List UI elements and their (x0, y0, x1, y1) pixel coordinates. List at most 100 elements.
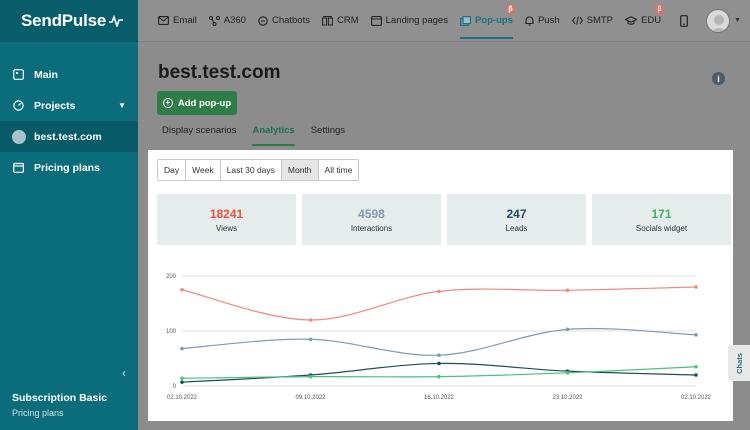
sidebar-item-main[interactable]: Main (0, 59, 138, 90)
stat-label: Socials widget (635, 224, 688, 233)
top-navigation: Email A360 Chatbots CRM Landing pages Po… (138, 0, 750, 42)
topnav-label: SMTP (586, 15, 614, 26)
tabs: Display scenarios Analytics Settings (162, 125, 361, 146)
add-popup-label: Add pop-up (177, 97, 232, 109)
stat-value: 18241 (209, 207, 244, 221)
subscription-block: Subscription Basic Pricing plans (12, 392, 107, 418)
topnav-a360[interactable]: A360 (208, 15, 246, 26)
period-week[interactable]: Week (186, 160, 221, 180)
info-icon[interactable]: i (712, 72, 725, 85)
data-point (694, 333, 698, 337)
data-point (694, 373, 698, 377)
sidebar-item-label: Projects (34, 99, 76, 112)
x-tick-label: 23.10.2022 (552, 395, 583, 401)
data-point (308, 318, 313, 322)
period-selector: Day Week Last 30 days Month All time (157, 159, 360, 181)
sidebar-item-pricing[interactable]: Pricing plans (0, 152, 138, 183)
stat-value: 171 (651, 207, 672, 221)
topnav-label: Landing pages (385, 15, 448, 26)
pulse-logo-icon (109, 15, 124, 27)
data-point (694, 364, 698, 369)
topnav-popups[interactable]: Pop-ups β (459, 4, 515, 39)
data-point (565, 327, 570, 332)
y-tick-label: 0 (173, 384, 177, 390)
topnav-label: CRM (336, 15, 359, 26)
graduation-icon (625, 16, 638, 25)
data-point (308, 374, 313, 379)
topnav-landing-pages[interactable]: Landing pages (370, 15, 448, 26)
topnav-label: Pop-ups (474, 15, 513, 26)
data-point (180, 376, 184, 381)
data-point (180, 346, 184, 351)
chatbot-icon (258, 15, 268, 26)
topnav-edu[interactable]: EDU β (625, 4, 665, 26)
chats-widget-tab[interactable]: Chats (728, 345, 750, 381)
topnav-smtp[interactable]: SMTP (571, 15, 614, 26)
a360-icon (208, 15, 220, 26)
tab-analytics[interactable]: Analytics (252, 125, 295, 146)
data-point (437, 361, 441, 366)
pricing-plans-link[interactable]: Pricing plans (12, 408, 107, 418)
topnav-label: EDU (641, 15, 662, 26)
dashboard-icon (12, 69, 24, 81)
data-point (694, 285, 698, 289)
landing-icon (370, 15, 382, 26)
period-month[interactable]: Month (281, 160, 319, 180)
page-title: best.test.com (158, 62, 281, 83)
sidebar-item-label: Main (34, 68, 58, 81)
calendar-icon (12, 162, 24, 174)
sidebar-item-site[interactable]: best.test.com (0, 121, 138, 152)
data-point (308, 337, 313, 342)
x-tick-label: 02.10.2022 (681, 395, 712, 401)
add-popup-button[interactable]: + Add pop-up (157, 91, 237, 115)
popup-icon (459, 15, 471, 26)
topnav-label: Chatbots (271, 15, 310, 26)
code-icon (571, 16, 583, 25)
x-tick-label: 02.10.2022 (167, 395, 198, 401)
collapse-sidebar-icon[interactable]: ‹ (122, 366, 126, 380)
stat-interactions: 4598 Interactions (302, 194, 441, 245)
bell-icon (525, 15, 534, 26)
tab-display-scenarios[interactable]: Display scenarios (162, 125, 236, 146)
data-point (565, 288, 570, 293)
topnav-email[interactable]: Email (158, 15, 197, 26)
user-avatar[interactable] (706, 9, 730, 33)
logo[interactable]: SendPulse (0, 0, 138, 42)
data-point (437, 353, 441, 357)
plus-icon: + (162, 98, 173, 108)
phone-icon[interactable] (680, 14, 688, 32)
period-last-30-days[interactable]: Last 30 days (220, 160, 282, 180)
stat-value: 247 (506, 207, 527, 221)
stat-label: Interactions (350, 224, 393, 233)
sidebar-item-projects[interactable]: Projects ▼ (0, 90, 138, 121)
sidebar-item-label: best.test.com (34, 130, 102, 143)
stat-label: Views (215, 224, 238, 233)
beta-badge: β (655, 4, 665, 15)
chevron-down-icon[interactable]: ▼ (734, 17, 741, 24)
projects-icon (12, 100, 24, 112)
chevron-down-icon: ▼ (118, 101, 126, 110)
line-chart: 0 100 200 02.10.2022 09.10.2022 16.10.2022 23.… (166, 274, 712, 401)
topnav-label: Push (537, 15, 560, 26)
tab-settings[interactable]: Settings (311, 125, 345, 146)
topnav-crm[interactable]: CRM (322, 15, 359, 26)
y-tick-label: 100 (166, 329, 177, 335)
stat-views: 18241 Views (157, 194, 296, 245)
topnav-label: A360 (223, 15, 246, 26)
logo-text: SendPulse (21, 11, 107, 30)
data-point (565, 371, 570, 375)
stat-socials-widget: 171 Socials widget (592, 194, 731, 245)
topnav-push[interactable]: Push (525, 15, 560, 26)
x-tick-label: 09.10.2022 (295, 395, 326, 401)
sidebar-item-label: Pricing plans (34, 161, 100, 174)
analytics-card: Day Week Last 30 days Month All time 182… (148, 150, 733, 421)
data-point (180, 380, 184, 384)
stats-row: 18241 Views 4598 Interactions 247 Leads … (157, 194, 731, 245)
data-point (437, 374, 441, 379)
period-day[interactable]: Day (158, 160, 187, 180)
series-line-1 (181, 327, 697, 356)
chats-label: Chats (734, 352, 744, 374)
period-all-time[interactable]: All time (318, 160, 359, 180)
sidebar: SendPulse Main Projects ▼ best.test.com … (0, 0, 138, 430)
topnav-chatbots[interactable]: Chatbots (258, 15, 310, 26)
